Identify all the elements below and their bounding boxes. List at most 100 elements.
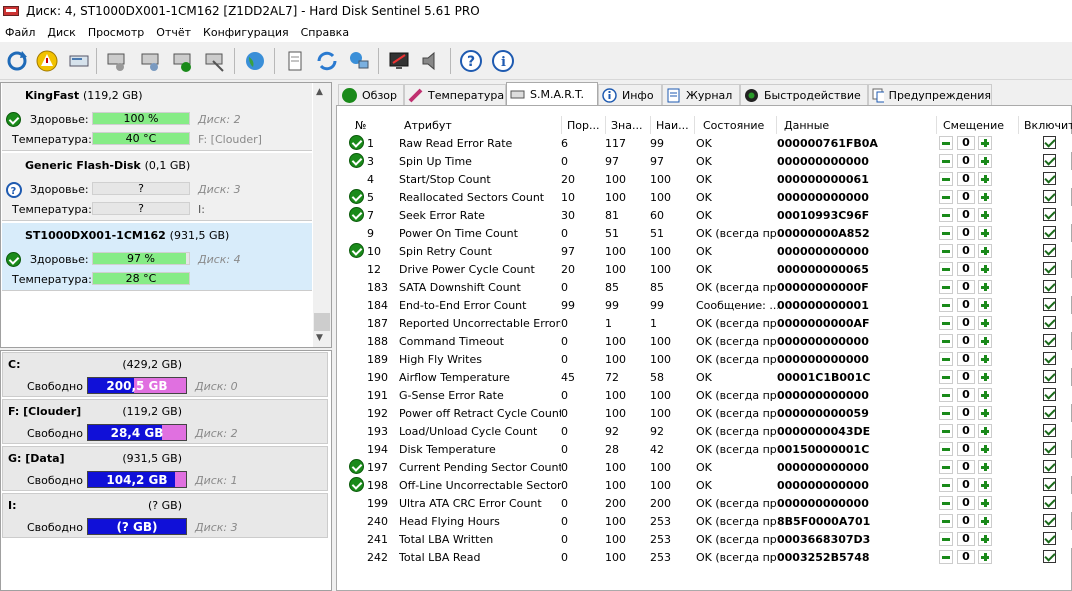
offset-decrease-button[interactable] — [939, 514, 953, 528]
offset-decrease-button[interactable] — [939, 442, 953, 456]
tab-warnings[interactable]: Предупреждения — [868, 84, 992, 105]
monitor-button[interactable] — [386, 48, 412, 74]
offset-decrease-button[interactable] — [939, 334, 953, 348]
offset-value[interactable]: 0 — [957, 226, 975, 240]
offset-increase-button[interactable] — [978, 460, 992, 474]
tools-button[interactable] — [202, 48, 228, 74]
partition-c[interactable]: C: (429,2 GB) Свободно 200,5 GB Диск: 0 — [2, 352, 328, 397]
scroll-thumb[interactable] — [314, 313, 330, 331]
table-row[interactable]: 4 Start/Stop Count 20 100 100 OK 000000000061 0 — [347, 170, 1072, 188]
offset-value[interactable]: 0 — [957, 316, 975, 330]
offset-decrease-button[interactable] — [939, 496, 953, 510]
partition-i[interactable]: I: (? GB) Свободно (? GB) Диск: 3 — [2, 493, 328, 538]
table-row[interactable]: 240 Head Flying Hours 0 100 253 OK (всегда пр… — [347, 512, 1072, 530]
table-row[interactable]: 189 High Fly Writes 0 100 100 OK (всегда пр..… — [347, 350, 1072, 368]
table-row[interactable]: 188 Command Timeout 0 100 100 OK (всегда пр..… — [347, 332, 1072, 350]
col-enable[interactable]: Включить — [1024, 119, 1072, 132]
offset-increase-button[interactable] — [978, 154, 992, 168]
offset-increase-button[interactable] — [978, 514, 992, 528]
offset-value[interactable]: 0 — [957, 298, 975, 312]
enable-checkbox[interactable] — [1043, 298, 1056, 311]
offset-value[interactable]: 0 — [957, 280, 975, 294]
enable-checkbox[interactable] — [1043, 262, 1056, 275]
menu-view[interactable]: Просмотр — [82, 26, 150, 39]
table-row[interactable]: 198 Off-Line Uncorrectable Sector... 0 100 1… — [347, 476, 1072, 494]
enable-checkbox[interactable] — [1043, 334, 1056, 347]
offset-increase-button[interactable] — [978, 442, 992, 456]
enable-checkbox[interactable] — [1043, 496, 1056, 509]
offset-increase-button[interactable] — [978, 226, 992, 240]
report-button[interactable] — [282, 48, 308, 74]
table-row[interactable]: 183 SATA Downshift Count 0 85 85 OK (всегда п… — [347, 278, 1072, 296]
col-offset[interactable]: Смещение — [943, 119, 1004, 132]
offset-decrease-button[interactable] — [939, 424, 953, 438]
table-row[interactable]: 191 G-Sense Error Rate 0 100 100 OK (всегда п… — [347, 386, 1072, 404]
menu-report[interactable]: Отчёт — [150, 26, 197, 39]
short-test-button[interactable] — [170, 48, 196, 74]
enable-checkbox[interactable] — [1043, 136, 1056, 149]
test-disk-button[interactable] — [104, 48, 130, 74]
col-status[interactable]: Состояние — [703, 119, 764, 132]
enable-checkbox[interactable] — [1043, 442, 1056, 455]
table-row[interactable]: 193 Load/Unload Cycle Count 0 92 92 OK (всегд… — [347, 422, 1072, 440]
col-value[interactable]: Зна... — [611, 119, 647, 132]
offset-value[interactable]: 0 — [957, 262, 975, 276]
offset-decrease-button[interactable] — [939, 550, 953, 564]
offset-value[interactable]: 0 — [957, 172, 975, 186]
disk-item-kingfast[interactable]: KingFast (119,2 GB) Здоровье: 100 % Диск… — [2, 83, 312, 151]
menu-help[interactable]: Справка — [295, 26, 355, 39]
offset-increase-button[interactable] — [978, 370, 992, 384]
offset-increase-button[interactable] — [978, 550, 992, 564]
offset-increase-button[interactable] — [978, 496, 992, 510]
offset-decrease-button[interactable] — [939, 154, 953, 168]
table-row[interactable]: 3 Spin Up Time 0 97 97 OK 000000000000 0 — [347, 152, 1072, 170]
offset-increase-button[interactable] — [978, 424, 992, 438]
enable-checkbox[interactable] — [1043, 514, 1056, 527]
scroll-down-icon[interactable]: ▼ — [316, 333, 323, 343]
enable-checkbox[interactable] — [1043, 280, 1056, 293]
enable-checkbox[interactable] — [1043, 460, 1056, 473]
offset-value[interactable]: 0 — [957, 442, 975, 456]
sync-button[interactable] — [314, 48, 340, 74]
offset-decrease-button[interactable] — [939, 316, 953, 330]
enable-checkbox[interactable] — [1043, 424, 1056, 437]
table-row[interactable]: 9 Power On Time Count 0 51 51 OK (всегда пр..… — [347, 224, 1072, 242]
enable-checkbox[interactable] — [1043, 406, 1056, 419]
table-row[interactable]: 5 Reallocated Sectors Count 10 100 100 OK 0000… — [347, 188, 1072, 206]
offset-decrease-button[interactable] — [939, 226, 953, 240]
offset-decrease-button[interactable] — [939, 352, 953, 366]
disk-info-button[interactable] — [66, 48, 92, 74]
offset-increase-button[interactable] — [978, 262, 992, 276]
offset-increase-button[interactable] — [978, 478, 992, 492]
scroll-up-icon[interactable]: ▲ — [316, 87, 323, 97]
enable-checkbox[interactable] — [1043, 550, 1056, 563]
enable-checkbox[interactable] — [1043, 352, 1056, 365]
offset-increase-button[interactable] — [978, 208, 992, 222]
offset-decrease-button[interactable] — [939, 172, 953, 186]
offset-value[interactable]: 0 — [957, 352, 975, 366]
offset-increase-button[interactable] — [978, 334, 992, 348]
offset-value[interactable]: 0 — [957, 532, 975, 546]
table-row[interactable]: 184 End-to-End Error Count 99 99 99 Сообщение… — [347, 296, 1072, 314]
offset-increase-button[interactable] — [978, 532, 992, 546]
col-attribute[interactable]: Атрибут — [404, 119, 452, 132]
partition-f[interactable]: F: [Clouder] (119,2 GB) Свободно 28,4 GB… — [2, 399, 328, 444]
enable-checkbox[interactable] — [1043, 208, 1056, 221]
enable-checkbox[interactable] — [1043, 190, 1056, 203]
enable-checkbox[interactable] — [1043, 244, 1056, 257]
offset-increase-button[interactable] — [978, 190, 992, 204]
offset-decrease-button[interactable] — [939, 190, 953, 204]
offset-value[interactable]: 0 — [957, 244, 975, 258]
offset-value[interactable]: 0 — [957, 334, 975, 348]
enable-checkbox[interactable] — [1043, 478, 1056, 491]
menu-file[interactable]: Файл — [0, 26, 41, 39]
offset-decrease-button[interactable] — [939, 298, 953, 312]
table-row[interactable]: 1 Raw Read Error Rate 6 117 99 OK 000000761FB0… — [347, 134, 1072, 152]
help-button[interactable]: ? — [458, 48, 484, 74]
offset-decrease-button[interactable] — [939, 370, 953, 384]
enable-checkbox[interactable] — [1043, 226, 1056, 239]
table-row[interactable]: 194 Disk Temperature 0 28 42 OK (всегда пр...… — [347, 440, 1072, 458]
offset-decrease-button[interactable] — [939, 244, 953, 258]
web-button[interactable] — [242, 48, 268, 74]
table-row[interactable]: 187 Reported Uncorrectable Errors 0 1 1 OK (в… — [347, 314, 1072, 332]
